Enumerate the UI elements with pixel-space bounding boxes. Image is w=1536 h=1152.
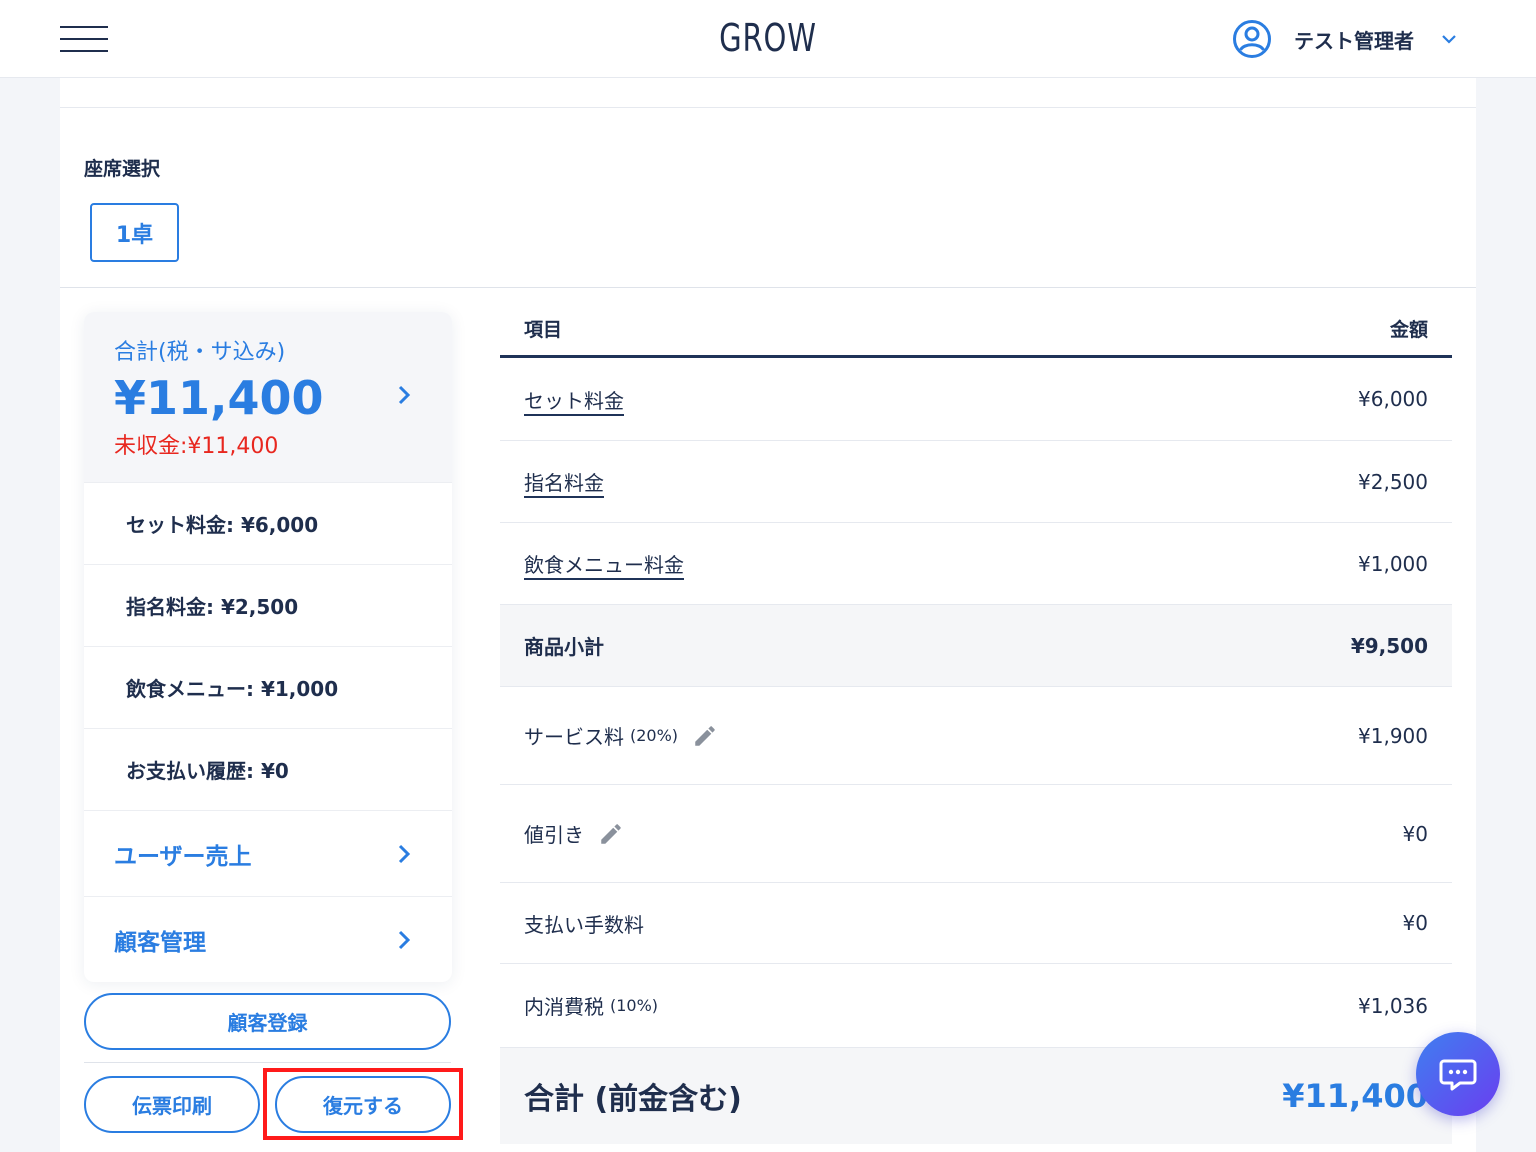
chevron-right-icon	[398, 930, 411, 950]
grand-total-amount: ¥11,400	[1282, 1077, 1428, 1115]
chevron-right-icon	[398, 385, 411, 405]
discount-amount: ¥0	[1402, 821, 1428, 846]
subtotal-label: 商品小計	[524, 635, 604, 659]
row-discount: 値引き ¥0	[500, 785, 1452, 883]
breakdown-food: 飲食メニュー: ¥1,000	[84, 646, 452, 728]
bill-table: 項目 金額 セット料金 ¥6,000 指名料金 ¥2,500 飲食メニュー料金 …	[500, 302, 1452, 1144]
total-amount: ¥11,400	[114, 371, 324, 425]
row-grand-total: 合計 (前金含む) ¥11,400	[500, 1048, 1452, 1144]
customer-register-button[interactable]: 顧客登録	[84, 993, 451, 1050]
button-divider	[84, 1062, 451, 1063]
app-logo: GROW	[719, 16, 817, 60]
tax-rate: (10%)	[610, 996, 659, 1015]
chat-button[interactable]	[1416, 1032, 1500, 1116]
row-payment-fee: 支払い手数料 ¥0	[500, 883, 1452, 964]
app-header: GROW テスト管理者	[0, 0, 1536, 78]
set-fee-amount: ¥6,000	[1358, 387, 1428, 411]
unpaid-amount: 未収金:¥11,400	[114, 434, 279, 459]
hamburger-icon[interactable]	[60, 26, 108, 52]
seat-divider	[60, 287, 1476, 288]
pencil-icon[interactable]	[598, 821, 624, 847]
discount-label: 値引き	[524, 823, 584, 847]
col-item-header: 項目	[524, 319, 563, 341]
discount-label-group: 値引き	[524, 819, 624, 848]
food-fee-link[interactable]: 飲食メニュー料金	[524, 549, 684, 578]
service-label: サービス料	[524, 725, 624, 749]
customer-management-link[interactable]: 顧客管理	[84, 896, 452, 982]
restore-highlight-box	[263, 1068, 463, 1140]
payment-fee-label: 支払い手数料	[524, 912, 644, 937]
chevron-right-icon	[398, 844, 411, 864]
main-card: 座席選択 1卓 合計(税・サ込み) ¥11,400 未収金:¥11,400 セッ…	[60, 78, 1476, 1152]
breakdown-set-fee: セット料金: ¥6,000	[84, 482, 452, 564]
table-header: 項目 金額	[500, 302, 1452, 358]
total-summary[interactable]: 合計(税・サ込み) ¥11,400 未収金:¥11,400	[84, 312, 452, 482]
service-label-group: サービス料 (20%)	[524, 721, 718, 750]
summary-panel: 合計(税・サ込み) ¥11,400 未収金:¥11,400 セット料金: ¥6,…	[84, 312, 452, 982]
nomination-fee-link[interactable]: 指名料金	[524, 467, 604, 496]
chevron-down-icon	[1442, 35, 1456, 44]
user-name: テスト管理者	[1294, 28, 1414, 53]
seat-button[interactable]: 1卓	[90, 203, 179, 262]
chat-bubble-icon	[1439, 1059, 1477, 1091]
col-amount-header: 金額	[1389, 319, 1428, 341]
service-amount: ¥1,900	[1358, 723, 1428, 748]
top-divider	[60, 78, 1476, 108]
breakdown-payment-history: お支払い履歴: ¥0	[84, 728, 452, 810]
total-label: 合計(税・サ込み)	[114, 340, 286, 365]
row-subtotal: 商品小計 ¥9,500	[500, 605, 1452, 687]
row-set-fee: セット料金 ¥6,000	[500, 358, 1452, 441]
food-fee-amount: ¥1,000	[1358, 551, 1428, 576]
user-sales-link[interactable]: ユーザー売上	[84, 810, 452, 896]
payment-fee-amount: ¥0	[1402, 911, 1428, 935]
user-circle-icon	[1233, 20, 1271, 58]
row-nomination-fee: 指名料金 ¥2,500	[500, 441, 1452, 523]
nomination-fee-amount: ¥2,500	[1358, 469, 1428, 494]
customer-management-label: 顧客管理	[114, 929, 206, 956]
breakdown-nomination-fee: 指名料金: ¥2,500	[84, 564, 452, 646]
pencil-icon[interactable]	[692, 723, 718, 749]
tax-amount: ¥1,036	[1358, 993, 1428, 1018]
subtotal-amount: ¥9,500	[1350, 633, 1428, 658]
row-tax: 内消費税 (10%) ¥1,036	[500, 964, 1452, 1048]
row-food-fee: 飲食メニュー料金 ¥1,000	[500, 523, 1452, 605]
tax-label-group: 内消費税 (10%)	[524, 991, 658, 1020]
set-fee-link[interactable]: セット料金	[524, 385, 624, 414]
seat-section-title: 座席選択	[84, 158, 161, 180]
print-slip-button[interactable]: 伝票印刷	[84, 1076, 260, 1133]
row-service-charge: サービス料 (20%) ¥1,900	[500, 687, 1452, 785]
user-sales-label: ユーザー売上	[114, 843, 252, 870]
grand-total-label: 合計 (前金含む)	[524, 1082, 742, 1117]
tax-label: 内消費税	[524, 995, 604, 1019]
user-menu[interactable]: テスト管理者	[1232, 19, 1458, 59]
service-rate: (20%)	[630, 726, 679, 745]
